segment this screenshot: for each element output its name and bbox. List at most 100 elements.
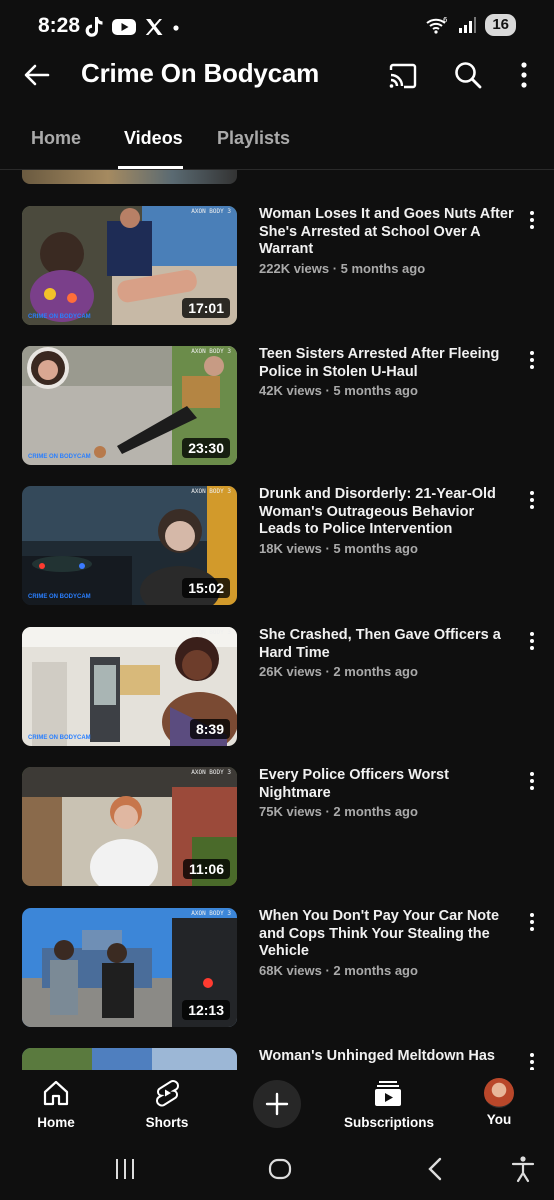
- tab-playlists[interactable]: Playlists: [217, 128, 290, 149]
- x-icon: [145, 19, 163, 35]
- video-meta[interactable]: Woman's Unhinged Meltdown Has: [259, 1048, 515, 1066]
- video-more-options-icon[interactable]: [524, 488, 540, 512]
- watermark: CRIME ON BODYCAM: [28, 594, 91, 600]
- video-more-options-icon[interactable]: [524, 769, 540, 793]
- video-more-options-icon[interactable]: [524, 208, 540, 232]
- nav-home-label: Home: [37, 1115, 75, 1130]
- video-title[interactable]: She Crashed, Then Gave Officers a Hard T…: [259, 627, 515, 662]
- timestamp-overlay: AXON BODY 3: [191, 208, 231, 215]
- video-thumbnail[interactable]: AXON BODY 3 CRIME ON BODYCAM 17:01: [22, 206, 237, 325]
- avatar: [484, 1078, 514, 1108]
- recent-apps-icon[interactable]: [112, 1156, 138, 1182]
- video-stats: 222K views · 5 months ago: [259, 260, 426, 276]
- battery-indicator: 16: [485, 14, 516, 36]
- home-button-icon[interactable]: [266, 1155, 294, 1183]
- cast-icon[interactable]: [388, 61, 418, 91]
- video-stats: 18K views · 5 months ago: [259, 540, 418, 556]
- system-navigation-bar: [0, 1140, 554, 1200]
- video-stats: 68K views · 2 months ago: [259, 962, 418, 978]
- video-item[interactable]: AXON BODY 3 CRIME ON BODYCAM 15:02 Drunk…: [0, 486, 554, 616]
- video-thumbnail[interactable]: AXON BODY 3 CRIME ON BODYCAM 15:02: [22, 486, 237, 605]
- video-item[interactable]: Woman's Unhinged Meltdown Has: [0, 1048, 554, 1070]
- video-duration: 23:30: [182, 438, 230, 458]
- channel-title: Crime On Bodycam: [81, 58, 320, 88]
- video-meta[interactable]: She Crashed, Then Gave Officers a Hard T…: [259, 627, 515, 679]
- video-title[interactable]: Every Police Officers Worst Nightmare: [259, 767, 515, 802]
- nav-you-label: You: [486, 1112, 512, 1127]
- search-icon[interactable]: [453, 60, 483, 90]
- wifi-icon: 6: [426, 16, 448, 34]
- video-item[interactable]: AXON BODY 3 11:06 Every Police Officers …: [0, 767, 554, 897]
- thumbnail-image: [22, 1048, 237, 1070]
- video-duration: 17:01: [182, 298, 230, 318]
- video-stats: 26K views · 2 months ago: [259, 664, 418, 679]
- nav-you[interactable]: You: [482, 1078, 516, 1127]
- status-app-icons: [84, 16, 181, 38]
- video-thumbnail[interactable]: AXON BODY 3 11:06: [22, 767, 237, 886]
- video-more-options-icon[interactable]: [524, 348, 540, 372]
- channel-tabs: Home Videos Playlists: [0, 118, 554, 170]
- video-meta[interactable]: Woman Loses It and Goes Nuts After She's…: [259, 206, 515, 276]
- nav-shorts[interactable]: Shorts: [140, 1078, 194, 1130]
- timestamp-overlay: AXON BODY 3: [191, 629, 231, 636]
- video-title[interactable]: Woman's Unhinged Meltdown Has: [259, 1048, 515, 1066]
- video-title[interactable]: Woman Loses It and Goes Nuts After She's…: [259, 206, 515, 259]
- video-item[interactable]: AXON BODY 3 CRIME ON BODYCAM 17:01 Woman…: [0, 206, 554, 336]
- watermark: CRIME ON BODYCAM: [28, 314, 91, 320]
- more-options-icon[interactable]: [511, 60, 537, 90]
- youtube-icon: [112, 19, 136, 35]
- signal-icon: [459, 17, 477, 33]
- video-thumbnail[interactable]: AXON BODY 3 12:13: [22, 908, 237, 1027]
- active-tab-indicator: [118, 166, 183, 169]
- plus-icon: [265, 1092, 289, 1116]
- nav-home[interactable]: Home: [30, 1078, 82, 1130]
- video-thumbnail[interactable]: [22, 1048, 237, 1070]
- nav-shorts-label: Shorts: [145, 1115, 189, 1130]
- tab-videos[interactable]: Videos: [124, 128, 183, 149]
- video-duration: 11:06: [182, 859, 230, 879]
- video-meta[interactable]: Drunk and Disorderly: 21-Year-Old Woman'…: [259, 486, 515, 556]
- tiktok-icon: [85, 17, 103, 37]
- timestamp-overlay: AXON BODY 3: [191, 769, 231, 776]
- video-more-options-icon[interactable]: [524, 1050, 540, 1070]
- back-arrow-icon[interactable]: [22, 60, 52, 90]
- video-thumbnail[interactable]: AXON BODY 3 CRIME ON BODYCAM 23:30: [22, 346, 237, 465]
- accessibility-icon[interactable]: [510, 1155, 536, 1183]
- video-item[interactable]: AXON BODY 3 CRIME ON BODYCAM 23:30 Teen …: [0, 346, 554, 476]
- video-title[interactable]: When You Don't Pay Your Car Note and Cop…: [259, 908, 515, 961]
- svg-text:6: 6: [443, 16, 448, 24]
- video-duration: 8:39: [189, 719, 230, 739]
- timestamp-overlay: AXON BODY 3: [191, 910, 231, 917]
- video-more-options-icon[interactable]: [524, 629, 540, 653]
- video-thumbnail[interactable]: AXON BODY 3 CRIME ON BODYCAM 8:39: [22, 627, 237, 746]
- home-icon: [43, 1080, 69, 1106]
- video-duration: 12:13: [182, 1000, 230, 1020]
- video-stats: 42K views · 5 months ago: [259, 383, 418, 398]
- video-meta[interactable]: When You Don't Pay Your Car Note and Cop…: [259, 908, 515, 978]
- shorts-icon: [155, 1080, 180, 1107]
- status-bar: 8:28 6 16: [0, 0, 554, 52]
- watermark: CRIME ON BODYCAM: [28, 454, 91, 460]
- back-button-icon[interactable]: [423, 1155, 447, 1183]
- video-stats: 75K views · 2 months ago: [259, 804, 418, 819]
- status-right: 6 16: [425, 14, 516, 36]
- create-button[interactable]: [253, 1080, 301, 1128]
- subscriptions-icon: [375, 1081, 401, 1106]
- status-time: 8:28: [38, 14, 81, 37]
- top-app-bar: Crime On Bodycam: [0, 52, 554, 98]
- video-feed[interactable]: AXON BODY 3 CRIME ON BODYCAM 17:01 Woman…: [0, 170, 554, 1070]
- notification-dot-icon: [173, 25, 179, 31]
- video-thumbnail-partial[interactable]: [22, 170, 237, 184]
- nav-subscriptions[interactable]: Subscriptions: [344, 1078, 435, 1130]
- video-meta[interactable]: Teen Sisters Arrested After Fleeing Poli…: [259, 346, 515, 398]
- video-more-options-icon[interactable]: [524, 910, 540, 934]
- video-title[interactable]: Drunk and Disorderly: 21-Year-Old Woman'…: [259, 486, 515, 539]
- timestamp-overlay: AXON BODY 3: [191, 348, 231, 355]
- video-title[interactable]: Teen Sisters Arrested After Fleeing Poli…: [259, 346, 515, 381]
- nav-subscriptions-label: Subscriptions: [344, 1115, 435, 1130]
- watermark: CRIME ON BODYCAM: [28, 735, 91, 741]
- video-meta[interactable]: Every Police Officers Worst Nightmare 75…: [259, 767, 515, 819]
- tab-home[interactable]: Home: [31, 128, 81, 149]
- video-item[interactable]: AXON BODY 3 12:13 When You Don't Pay You…: [0, 908, 554, 1038]
- video-item[interactable]: AXON BODY 3 CRIME ON BODYCAM 8:39 She Cr…: [0, 627, 554, 757]
